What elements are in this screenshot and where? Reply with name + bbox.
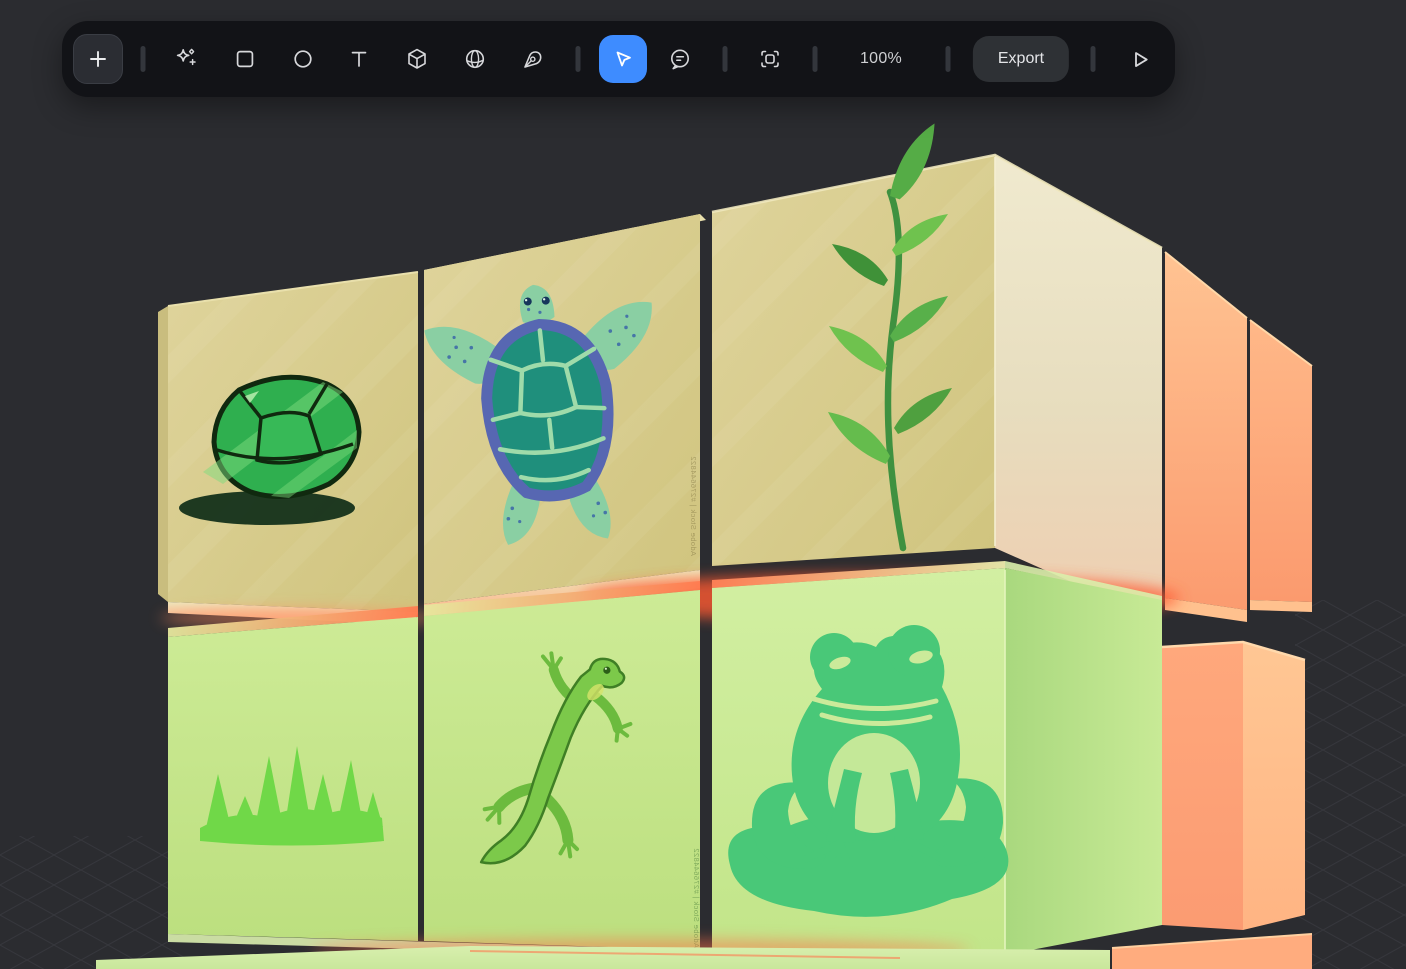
- toolbar-divider: [946, 46, 951, 72]
- square-icon: [231, 45, 259, 73]
- toolbar-divider: [813, 46, 818, 72]
- orange-cube-back-2[interactable]: [1250, 320, 1312, 612]
- orange-cube-bottom-bevel: [1250, 600, 1312, 612]
- lizard-cube-front-face: [424, 590, 700, 950]
- play-button[interactable]: [1117, 37, 1161, 81]
- floor-grid-left: [0, 836, 190, 969]
- floor-grid-right: [1295, 600, 1406, 969]
- app-window: Adobe Stock | #276644822: [0, 0, 1406, 969]
- orange-cube-front-face: [1162, 642, 1243, 930]
- turtle-cube[interactable]: Adobe Stock | #276644822: [421, 214, 706, 620]
- pen-nib-icon: [519, 45, 547, 73]
- viewport-3d[interactable]: Adobe Stock | #276644822: [0, 0, 1406, 969]
- emerald-cube[interactable]: [158, 272, 418, 625]
- stock-watermark-text: Adobe Stock | #276644822: [692, 848, 701, 948]
- orange-cube-front[interactable]: [1162, 642, 1305, 930]
- orange-cube-back-1[interactable]: [1165, 252, 1247, 622]
- stock-watermark-text: Adobe Stock | #276644822: [689, 456, 698, 556]
- play-icon: [1124, 44, 1154, 74]
- ai-generate-button[interactable]: [165, 37, 209, 81]
- cursor-icon: [610, 46, 636, 72]
- grass-cube[interactable]: [168, 606, 418, 941]
- toolbar-divider: [1091, 46, 1096, 72]
- emerald-cube-left-face: [158, 306, 168, 602]
- toolbar: 100% Export: [62, 21, 1175, 97]
- ellipse-tool-button[interactable]: [281, 37, 325, 81]
- frame-capture-button[interactable]: [748, 37, 792, 81]
- export-button[interactable]: Export: [973, 36, 1069, 82]
- cube-icon: [403, 45, 431, 73]
- lizard-cube[interactable]: Adobe Stock | #276644822: [424, 581, 701, 950]
- pen-tool-button[interactable]: [511, 37, 555, 81]
- toolbar-divider: [141, 46, 146, 72]
- frog-cube[interactable]: [712, 561, 1162, 955]
- comment-bubble-icon: [666, 45, 694, 73]
- text-tool-button[interactable]: [337, 37, 381, 81]
- rectangle-tool-button[interactable]: [223, 37, 267, 81]
- sphere-icon: [461, 45, 489, 73]
- watermark-stripes: [712, 155, 995, 566]
- sparkles-icon: [173, 45, 201, 73]
- circle-icon: [289, 45, 317, 73]
- orange-cube-face: [1250, 320, 1312, 602]
- add-object-button[interactable]: [73, 34, 123, 84]
- toolbar-divider: [576, 46, 581, 72]
- frame-capture-icon: [756, 45, 784, 73]
- frog-cube-right-face: [1005, 568, 1162, 955]
- comment-tool-button[interactable]: [658, 37, 702, 81]
- select-tool-button[interactable]: [599, 35, 647, 83]
- toolbar-divider: [723, 46, 728, 72]
- text-icon: [345, 45, 373, 73]
- box-3d-tool-button[interactable]: [395, 37, 439, 81]
- plus-icon: [84, 45, 112, 73]
- zoom-level[interactable]: 100%: [860, 50, 902, 68]
- orange-cube-right-face: [1243, 642, 1305, 930]
- sphere-3d-tool-button[interactable]: [453, 37, 497, 81]
